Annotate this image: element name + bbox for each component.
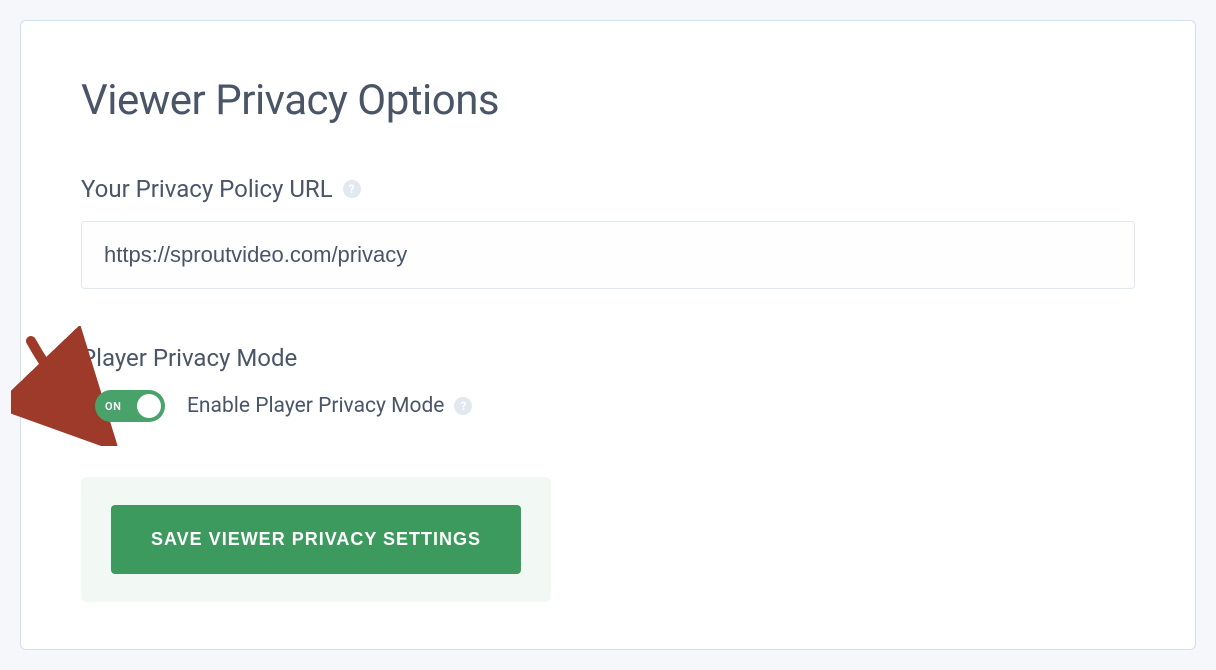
help-icon[interactable]: ? <box>454 397 472 415</box>
privacy-mode-toggle[interactable]: ON <box>95 390 165 422</box>
privacy-url-label: Your Privacy Policy URL ? <box>81 175 1135 203</box>
privacy-mode-description: Enable Player Privacy Mode ? <box>187 394 472 418</box>
save-button-wrapper: SAVE VIEWER PRIVACY SETTINGS <box>81 477 551 602</box>
help-icon[interactable]: ? <box>343 180 361 198</box>
toggle-knob <box>137 394 161 418</box>
privacy-url-label-text: Your Privacy Policy URL <box>81 175 333 203</box>
toggle-on-label: ON <box>105 400 121 413</box>
privacy-mode-description-text: Enable Player Privacy Mode <box>187 394 444 418</box>
privacy-mode-section-label: Player Privacy Mode <box>81 344 1135 372</box>
privacy-url-input[interactable] <box>81 221 1135 289</box>
page-title: Viewer Privacy Options <box>81 76 1135 125</box>
privacy-mode-toggle-row: ON Enable Player Privacy Mode ? <box>95 390 1135 422</box>
privacy-options-panel: Viewer Privacy Options Your Privacy Poli… <box>20 20 1196 650</box>
save-button[interactable]: SAVE VIEWER PRIVACY SETTINGS <box>111 505 521 574</box>
